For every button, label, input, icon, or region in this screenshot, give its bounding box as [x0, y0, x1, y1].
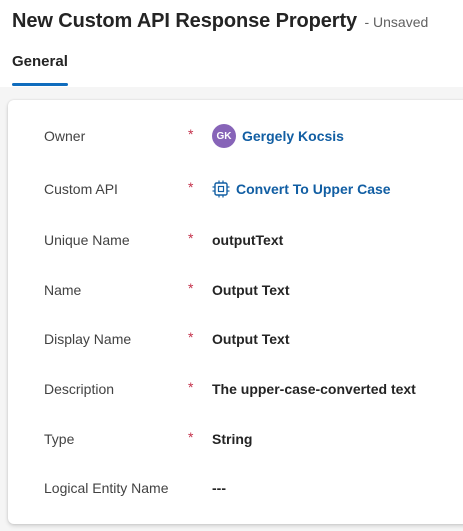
required-indicator: * — [188, 379, 194, 395]
field-label: Name — [44, 282, 82, 298]
field-logical-entity-name: Logical Entity Name --- — [8, 476, 463, 500]
field-type: Type * String — [8, 427, 463, 451]
form-section-card: Owner * GK Gergely Kocsis Custom API * C… — [8, 100, 463, 524]
field-label: Custom API — [44, 181, 118, 197]
required-indicator: * — [188, 329, 194, 345]
page-title: New Custom API Response Property — [12, 10, 358, 32]
field-label: Description — [44, 381, 115, 397]
form-header: New Custom API Response Property - Unsav… — [0, 0, 463, 87]
active-tab-indicator — [12, 83, 68, 86]
name-input[interactable]: Output Text — [212, 282, 290, 298]
field-label: Type — [44, 431, 75, 447]
description-input[interactable]: The upper-case-converted text — [212, 381, 416, 397]
required-indicator: * — [188, 179, 194, 195]
save-status: - Unsaved — [364, 14, 429, 30]
unique-name-input[interactable]: outputText — [212, 232, 283, 248]
required-indicator: * — [188, 280, 194, 296]
field-label: Unique Name — [44, 232, 130, 248]
avatar[interactable]: GK — [212, 124, 236, 148]
field-name: Name * Output Text — [8, 278, 463, 302]
field-label: Logical Entity Name — [44, 480, 169, 496]
title-row: New Custom API Response Property - Unsav… — [12, 10, 428, 33]
logical-entity-name-input[interactable]: --- — [212, 480, 226, 496]
required-indicator: * — [188, 429, 194, 445]
required-indicator: * — [188, 230, 194, 246]
field-label: Display Name — [44, 331, 132, 347]
custom-api-lookup-link[interactable]: Convert To Upper Case — [236, 181, 391, 197]
custom-api-icon — [212, 180, 230, 198]
field-owner: Owner * GK Gergely Kocsis — [8, 124, 463, 148]
field-description: Description * The upper-case-converted t… — [8, 377, 463, 401]
display-name-input[interactable]: Output Text — [212, 331, 290, 347]
field-label: Owner — [44, 128, 86, 144]
tab-general[interactable]: General — [12, 53, 68, 70]
owner-lookup-link[interactable]: Gergely Kocsis — [242, 128, 344, 144]
field-unique-name: Unique Name * outputText — [8, 228, 463, 252]
type-select[interactable]: String — [212, 431, 252, 447]
field-display-name: Display Name * Output Text — [8, 327, 463, 351]
field-custom-api: Custom API * Convert To Upper Case — [8, 177, 463, 201]
required-indicator: * — [188, 126, 194, 142]
